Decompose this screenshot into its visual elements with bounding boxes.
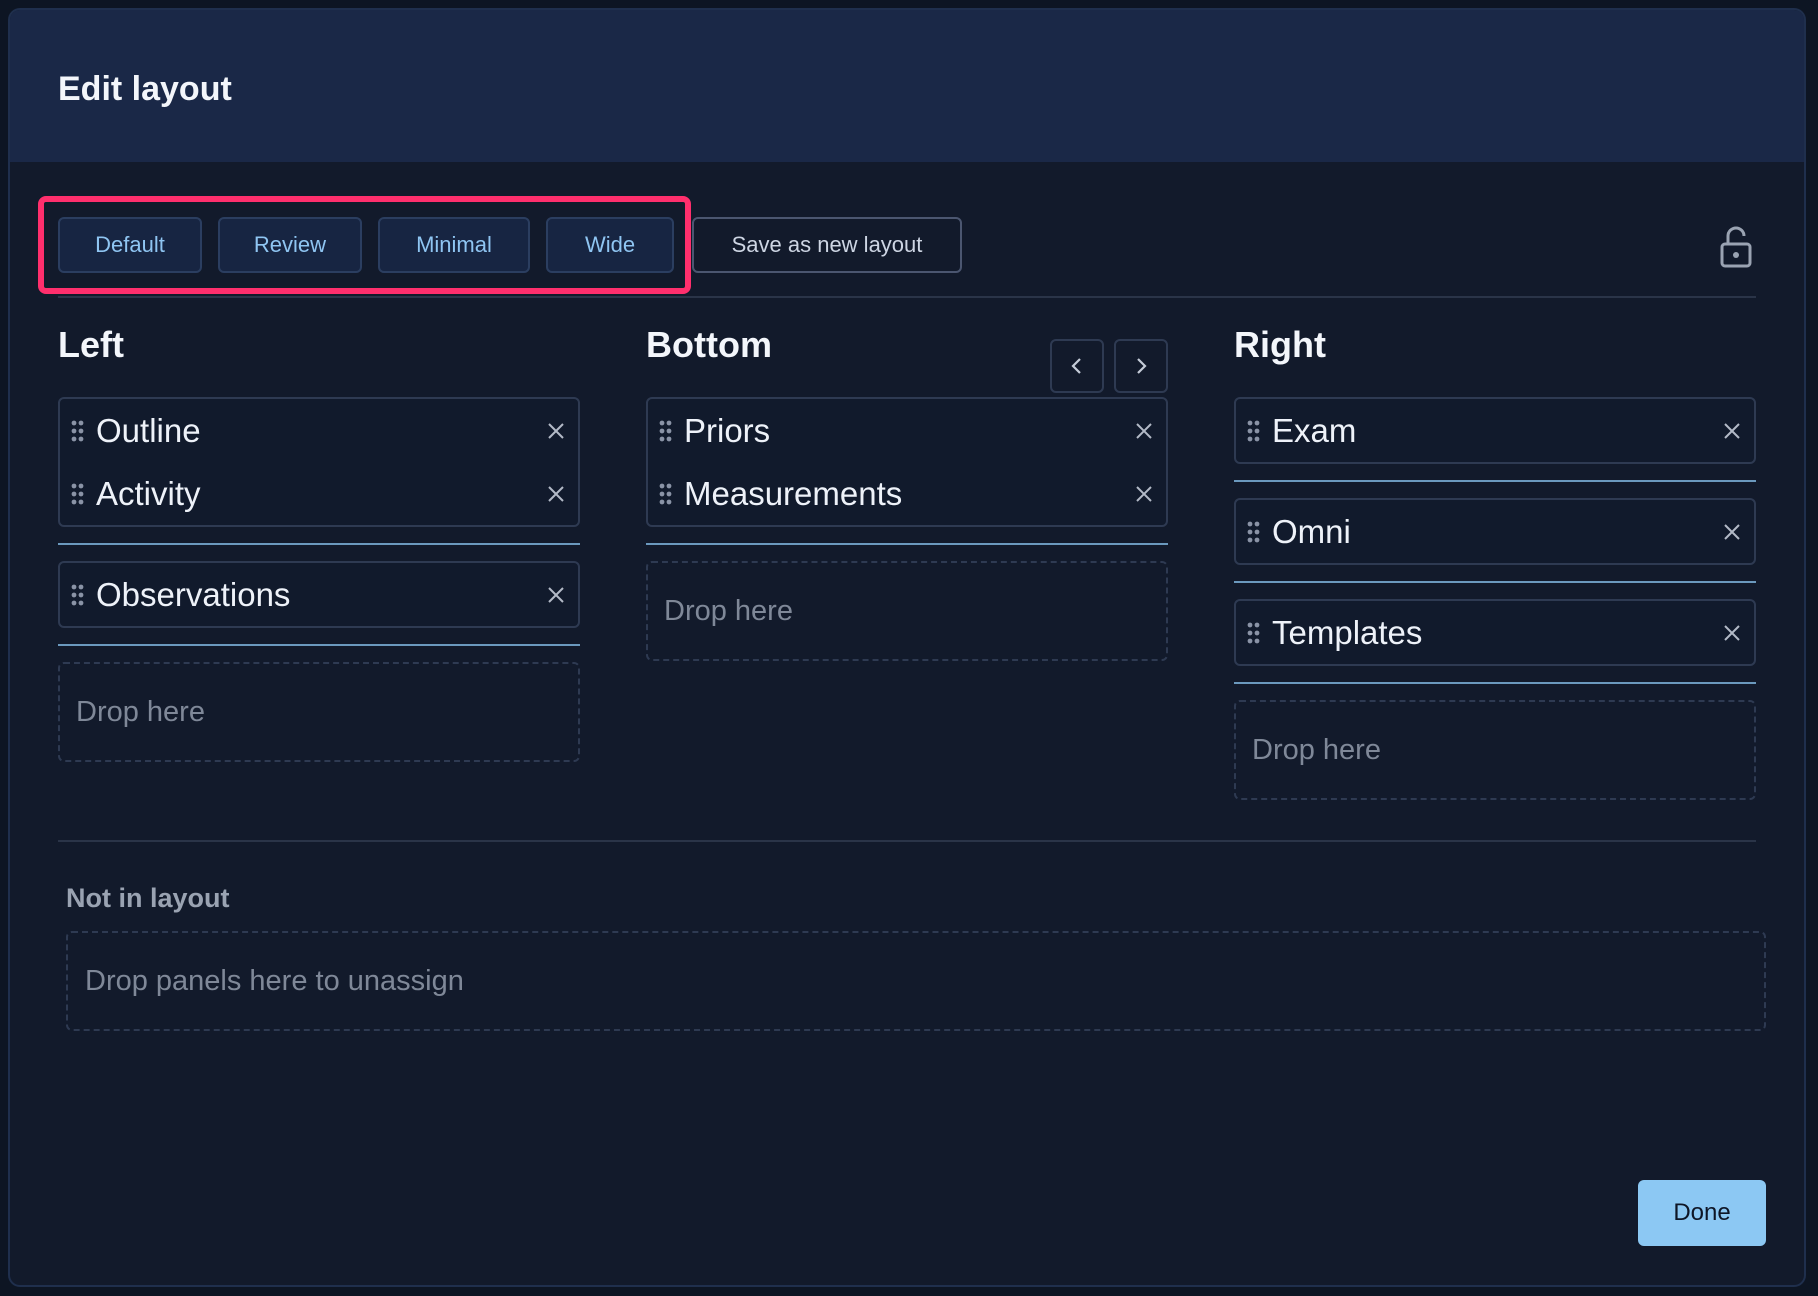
edit-layout-dialog: Edit layout Default Review Minimal Wide … [8, 8, 1806, 1287]
preset-wide-button[interactable]: Wide [546, 217, 674, 273]
unassign-drop-zone[interactable]: Drop panels here to unassign [66, 931, 1766, 1031]
group-separator [1234, 682, 1756, 684]
drag-handle-icon[interactable] [656, 479, 676, 509]
not-in-layout-title: Not in layout [66, 883, 230, 913]
drag-handle-icon[interactable] [68, 580, 88, 610]
chevron-left-icon [1071, 358, 1081, 374]
drag-handle-icon[interactable] [68, 416, 88, 446]
group-separator [58, 644, 580, 646]
group-separator [58, 543, 580, 545]
close-icon[interactable] [546, 585, 566, 605]
right-drop-zone[interactable]: Drop here [1234, 700, 1756, 800]
panel-label: Templates [1272, 613, 1423, 651]
right-group-2: Omni [1234, 498, 1756, 565]
lock-open-icon[interactable] [1716, 224, 1756, 268]
bottom-group-1: Priors Measurements [646, 397, 1168, 527]
preset-minimal-button[interactable]: Minimal [378, 217, 530, 273]
panel-item[interactable]: Observations [60, 563, 578, 626]
panel-label: Exam [1272, 411, 1357, 449]
drag-handle-icon[interactable] [68, 479, 88, 509]
toolbar-divider [58, 296, 1756, 298]
save-as-new-layout-button[interactable]: Save as new layout [692, 217, 962, 273]
right-column: Right Exam Omni Templates Drop here [1234, 315, 1756, 800]
left-column-title: Left [58, 324, 124, 365]
group-separator [1234, 480, 1756, 482]
panel-item[interactable]: Measurements [648, 462, 1166, 525]
close-icon[interactable] [1722, 623, 1742, 643]
panel-item[interactable]: Activity [60, 462, 578, 525]
bottom-column: Bottom Priors Measurements Drop here [646, 315, 1168, 661]
done-button[interactable]: Done [1638, 1180, 1766, 1246]
close-icon[interactable] [1722, 421, 1742, 441]
panel-item[interactable]: Omni [1236, 500, 1754, 563]
panel-item[interactable]: Exam [1236, 399, 1754, 462]
right-group-3: Templates [1234, 599, 1756, 666]
left-group-1: Outline Activity [58, 397, 580, 527]
left-drop-zone[interactable]: Drop here [58, 662, 580, 762]
move-left-button[interactable] [1050, 339, 1104, 393]
preset-default-button[interactable]: Default [58, 217, 202, 273]
panel-label: Measurements [684, 474, 903, 512]
drag-handle-icon[interactable] [1244, 517, 1264, 547]
close-icon[interactable] [546, 484, 566, 504]
panel-item[interactable]: Templates [1236, 601, 1754, 664]
close-icon[interactable] [546, 421, 566, 441]
drag-handle-icon[interactable] [656, 416, 676, 446]
close-icon[interactable] [1722, 522, 1742, 542]
dialog-header: Edit layout [10, 10, 1804, 162]
left-column: Left Outline Activity Observations Drop … [58, 315, 580, 762]
panel-label: Outline [96, 411, 201, 449]
panel-label: Priors [684, 411, 771, 449]
left-group-2: Observations [58, 561, 580, 628]
panel-label: Omni [1272, 512, 1351, 550]
panel-label: Activity [96, 474, 201, 512]
preset-review-button[interactable]: Review [218, 217, 362, 273]
right-group-1: Exam [1234, 397, 1756, 464]
group-separator [1234, 581, 1756, 583]
move-right-button[interactable] [1114, 339, 1168, 393]
group-separator [646, 543, 1168, 545]
layout-toolbar: Default Review Minimal Wide Save as new … [10, 162, 1804, 304]
bottom-nav [1050, 339, 1168, 393]
section-divider [58, 840, 1756, 842]
panel-item[interactable]: Outline [60, 399, 578, 462]
close-icon[interactable] [1134, 484, 1154, 504]
bottom-drop-zone[interactable]: Drop here [646, 561, 1168, 661]
drag-handle-icon[interactable] [1244, 416, 1264, 446]
drag-handle-icon[interactable] [1244, 618, 1264, 648]
dialog-title: Edit layout [58, 70, 232, 108]
panel-item[interactable]: Priors [648, 399, 1166, 462]
close-icon[interactable] [1134, 421, 1154, 441]
right-column-title: Right [1234, 324, 1326, 365]
panel-label: Observations [96, 575, 291, 613]
chevron-right-icon [1137, 358, 1147, 374]
